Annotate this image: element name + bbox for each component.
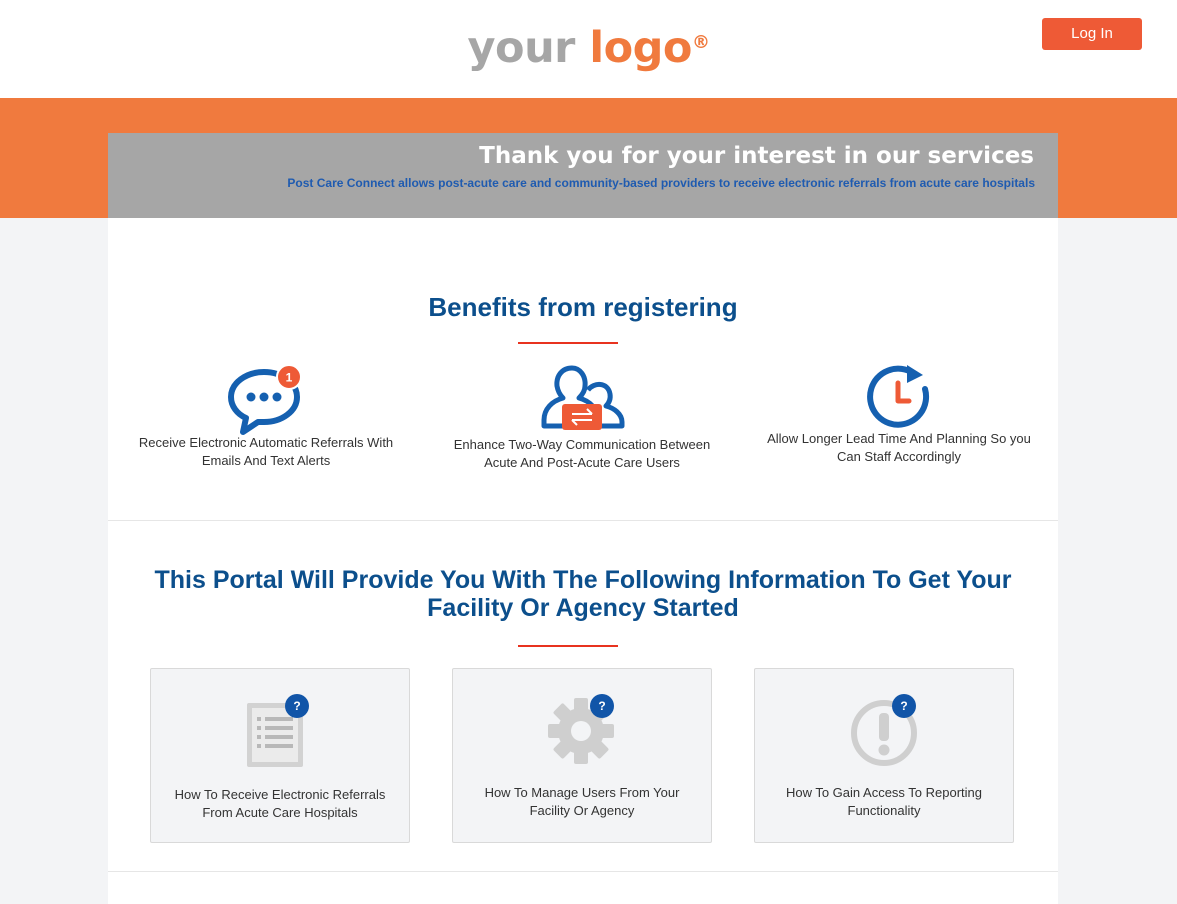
hero-banner: Thank you for your interest in our servi… bbox=[108, 133, 1058, 218]
logo-word-logo: logo bbox=[589, 23, 692, 73]
card-2-line-2: Facility Or Agency bbox=[529, 803, 635, 818]
card-1-line-1: How To Receive Electronic Referrals bbox=[174, 787, 386, 802]
help-badge[interactable]: ? bbox=[892, 694, 916, 718]
benefit-2-line-2: Acute And Post-Acute Care Users bbox=[484, 455, 680, 470]
benefit-text-referrals: Receive Electronic Automatic Referrals W… bbox=[130, 434, 402, 470]
card-2-line-1: How To Manage Users From Your bbox=[484, 785, 680, 800]
users-exchange-icon bbox=[541, 365, 625, 430]
logo: your logo® bbox=[0, 18, 1177, 87]
card-text-referrals: How To Receive Electronic Referrals From… bbox=[161, 786, 399, 822]
main-content-panel: Benefits from registering 1 Receive Elec… bbox=[108, 218, 1058, 904]
benefit-3-line-1: Allow Longer Lead Time And Planning So y… bbox=[767, 431, 1031, 446]
clock-icon bbox=[867, 365, 930, 428]
benefit-3-line-2: Can Staff Accordingly bbox=[836, 449, 962, 464]
benefit-1-line-2: Emails And Text Alerts bbox=[201, 453, 331, 468]
benefit-1-line-1: Receive Electronic Automatic Referrals W… bbox=[138, 435, 394, 450]
login-button[interactable]: Log In bbox=[1042, 18, 1142, 50]
chat-badge-count: 1 bbox=[286, 371, 293, 385]
portal-heading-line-2: Facility Or Agency Started bbox=[427, 594, 739, 622]
logo-word-your: your bbox=[467, 23, 576, 73]
info-card-reporting[interactable]: ? How To Gain Access To Reporting Functi… bbox=[754, 668, 1014, 843]
section-divider bbox=[108, 520, 1058, 521]
benefits-heading-underline bbox=[518, 342, 618, 344]
card-1-line-2: From Acute Care Hospitals bbox=[202, 805, 358, 820]
benefit-text-lead-time: Allow Longer Lead Time And Planning So y… bbox=[760, 430, 1038, 466]
banner-title: Thank you for your interest in our servi… bbox=[479, 143, 1034, 169]
banner-subtitle: Post Care Connect allows post-acute care… bbox=[287, 176, 1035, 190]
card-text-reporting: How To Gain Access To Reporting Function… bbox=[765, 784, 1003, 820]
help-badge[interactable]: ? bbox=[590, 694, 614, 718]
top-header: your logo® Log In bbox=[0, 0, 1177, 98]
benefits-heading: Benefits from registering bbox=[428, 292, 738, 322]
benefit-text-communication: Enhance Two-Way Communication Between Ac… bbox=[446, 436, 718, 472]
card-3-line-2: Functionality bbox=[847, 803, 921, 818]
section-divider-bottom bbox=[108, 871, 1058, 872]
registered-mark: ® bbox=[691, 32, 710, 53]
benefit-2-line-1: Enhance Two-Way Communication Between bbox=[453, 437, 711, 452]
help-badge[interactable]: ? bbox=[285, 694, 309, 718]
chat-bubble-icon: 1 bbox=[228, 364, 302, 435]
portal-heading: This Portal Will Provide You With The Fo… bbox=[108, 566, 1058, 622]
info-card-manage-users[interactable]: ? How To Manage Users From Your Facility… bbox=[452, 668, 712, 843]
portal-heading-line-1: This Portal Will Provide You With The Fo… bbox=[154, 566, 1012, 594]
info-card-referrals[interactable]: ? How To Receive Electronic Referrals Fr… bbox=[150, 668, 410, 843]
card-text-manage-users: How To Manage Users From Your Facility O… bbox=[463, 784, 701, 820]
portal-heading-underline bbox=[518, 645, 618, 647]
card-3-line-1: How To Gain Access To Reporting bbox=[785, 785, 983, 800]
